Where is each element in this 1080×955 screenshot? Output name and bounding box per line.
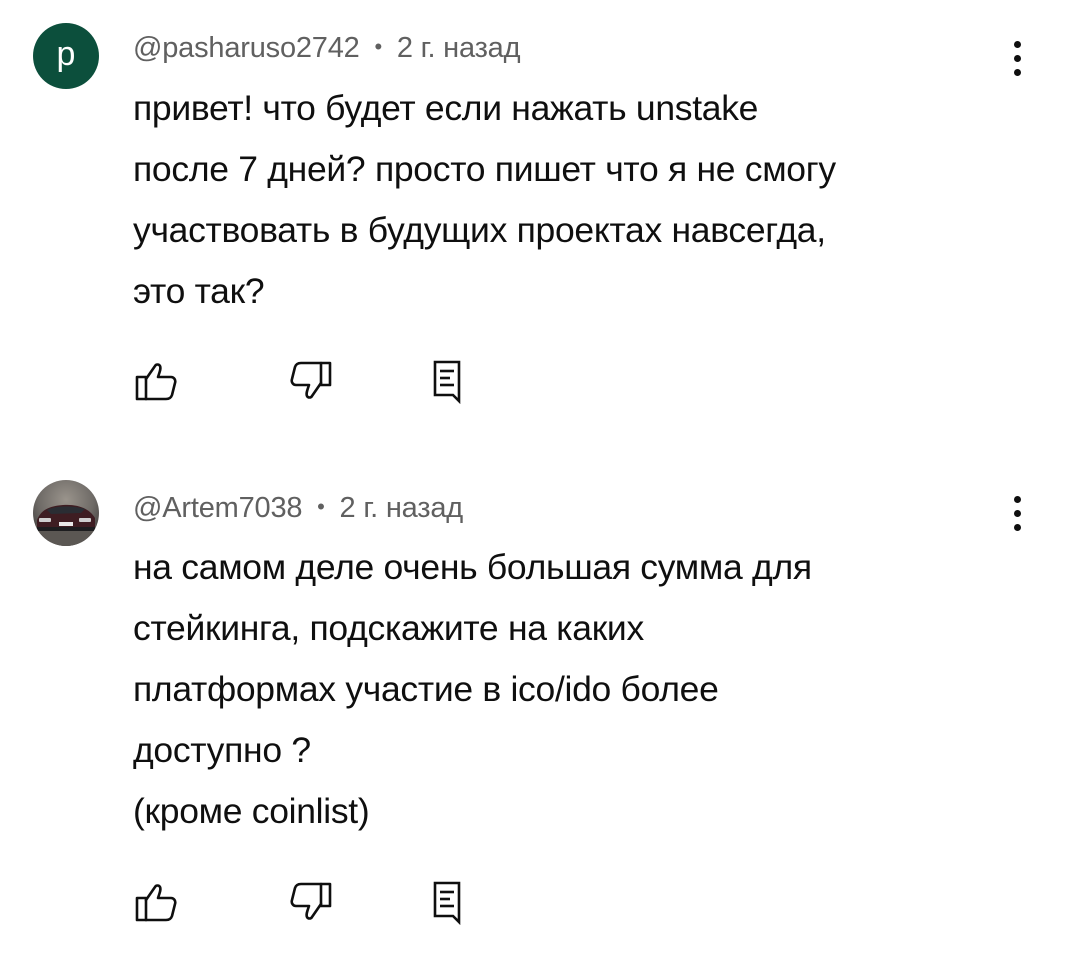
more-vert-icon[interactable]	[1002, 35, 1032, 81]
comment-meta: @pasharuso2742 • 2 г. назад	[133, 32, 521, 65]
author-handle[interactable]: @pasharuso2742	[133, 32, 360, 64]
meta-separator: •	[374, 34, 382, 59]
car-photo	[33, 480, 99, 546]
like-button[interactable]	[133, 358, 181, 404]
dislike-button[interactable]	[286, 879, 334, 925]
avatar[interactable]	[33, 480, 99, 546]
like-button[interactable]	[133, 879, 181, 925]
avatar-letter: p	[56, 35, 76, 73]
more-vert-icon[interactable]	[1002, 490, 1032, 536]
comment-time: 2 г. назад	[396, 32, 521, 64]
comment: p @pasharuso2742 • 2 г. назад привет! чт…	[0, 0, 1080, 440]
thumbs-down-icon	[290, 361, 332, 399]
comment-text: на самом деле очень большая сумма для ст…	[133, 547, 812, 831]
reply-icon	[433, 360, 461, 404]
comment-text: привет! что будет если нажать unstake по…	[133, 88, 836, 311]
thumbs-up-icon	[135, 363, 177, 401]
reply-icon	[433, 881, 461, 925]
author-handle[interactable]: @Artem7038	[133, 492, 302, 524]
dislike-button[interactable]	[286, 358, 334, 404]
reply-button[interactable]	[425, 358, 473, 404]
comment-meta: @Artem7038 • 2 г. назад	[133, 492, 463, 525]
thumbs-down-icon	[290, 882, 332, 920]
reply-button[interactable]	[425, 879, 473, 925]
meta-separator: •	[317, 494, 325, 519]
comment: @Artem7038 • 2 г. назад на самом деле оч…	[0, 460, 1080, 955]
comment-time: 2 г. назад	[339, 492, 464, 524]
avatar[interactable]: p	[33, 23, 99, 89]
thumbs-up-icon	[135, 884, 177, 922]
